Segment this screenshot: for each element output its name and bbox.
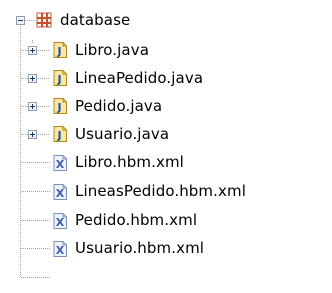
java-file-icon: J [53, 42, 67, 58]
tree-node-java-file[interactable]: J LineaPedido.java [0, 64, 332, 92]
svg-text:J: J [56, 73, 61, 86]
expand-toggle[interactable] [28, 74, 37, 83]
tree-node-xml-file[interactable]: X Pedido.hbm.xml [0, 206, 332, 234]
tree-node-xml-file[interactable]: X Usuario.hbm.xml [0, 234, 332, 262]
svg-text:X: X [56, 216, 65, 229]
svg-text:J: J [56, 101, 61, 114]
svg-text:J: J [56, 129, 61, 142]
expand-toggle[interactable] [28, 46, 37, 55]
expand-toggle[interactable] [28, 130, 37, 139]
svg-text:X: X [56, 244, 65, 257]
tree-node-label: Pedido.java [75, 97, 163, 115]
java-file-icon: J [53, 126, 67, 142]
tree-node-java-file[interactable]: J Pedido.java [0, 92, 332, 120]
package-icon [36, 12, 52, 28]
xml-file-icon: X [53, 155, 67, 171]
tree-node-java-file[interactable]: J Usuario.java [0, 120, 332, 148]
tree-node-label: Usuario.hbm.xml [75, 239, 205, 257]
tree-node-xml-file[interactable]: X Libro.hbm.xml [0, 148, 332, 176]
svg-text:X: X [56, 187, 65, 200]
java-file-icon: J [53, 70, 67, 86]
package-explorer-tree: database J Libro.java J LineaPedido.java… [0, 0, 332, 293]
xml-file-icon: X [53, 184, 67, 200]
tree-node-label: database [60, 11, 131, 29]
collapse-toggle[interactable] [16, 16, 25, 25]
tree-node-label: Pedido.hbm.xml [75, 211, 198, 229]
java-file-icon: J [53, 98, 67, 114]
tree-node-label: Usuario.java [75, 125, 170, 143]
expand-toggle[interactable] [28, 102, 37, 111]
tree-node-database[interactable]: database [0, 6, 332, 34]
tree-node-label: LineaPedido.java [75, 69, 204, 87]
tree-node-label: Libro.hbm.xml [75, 153, 184, 171]
svg-text:J: J [56, 45, 61, 58]
svg-text:X: X [56, 158, 65, 171]
tree-node-label: Libro.java [75, 41, 149, 59]
tree-node-label: LineasPedido.hbm.xml [75, 182, 246, 200]
tree-node-xml-file[interactable]: X LineasPedido.hbm.xml [0, 177, 332, 205]
xml-file-icon: X [53, 241, 67, 257]
xml-file-icon: X [53, 213, 67, 229]
tree-node-java-file[interactable]: J Libro.java [0, 36, 332, 64]
